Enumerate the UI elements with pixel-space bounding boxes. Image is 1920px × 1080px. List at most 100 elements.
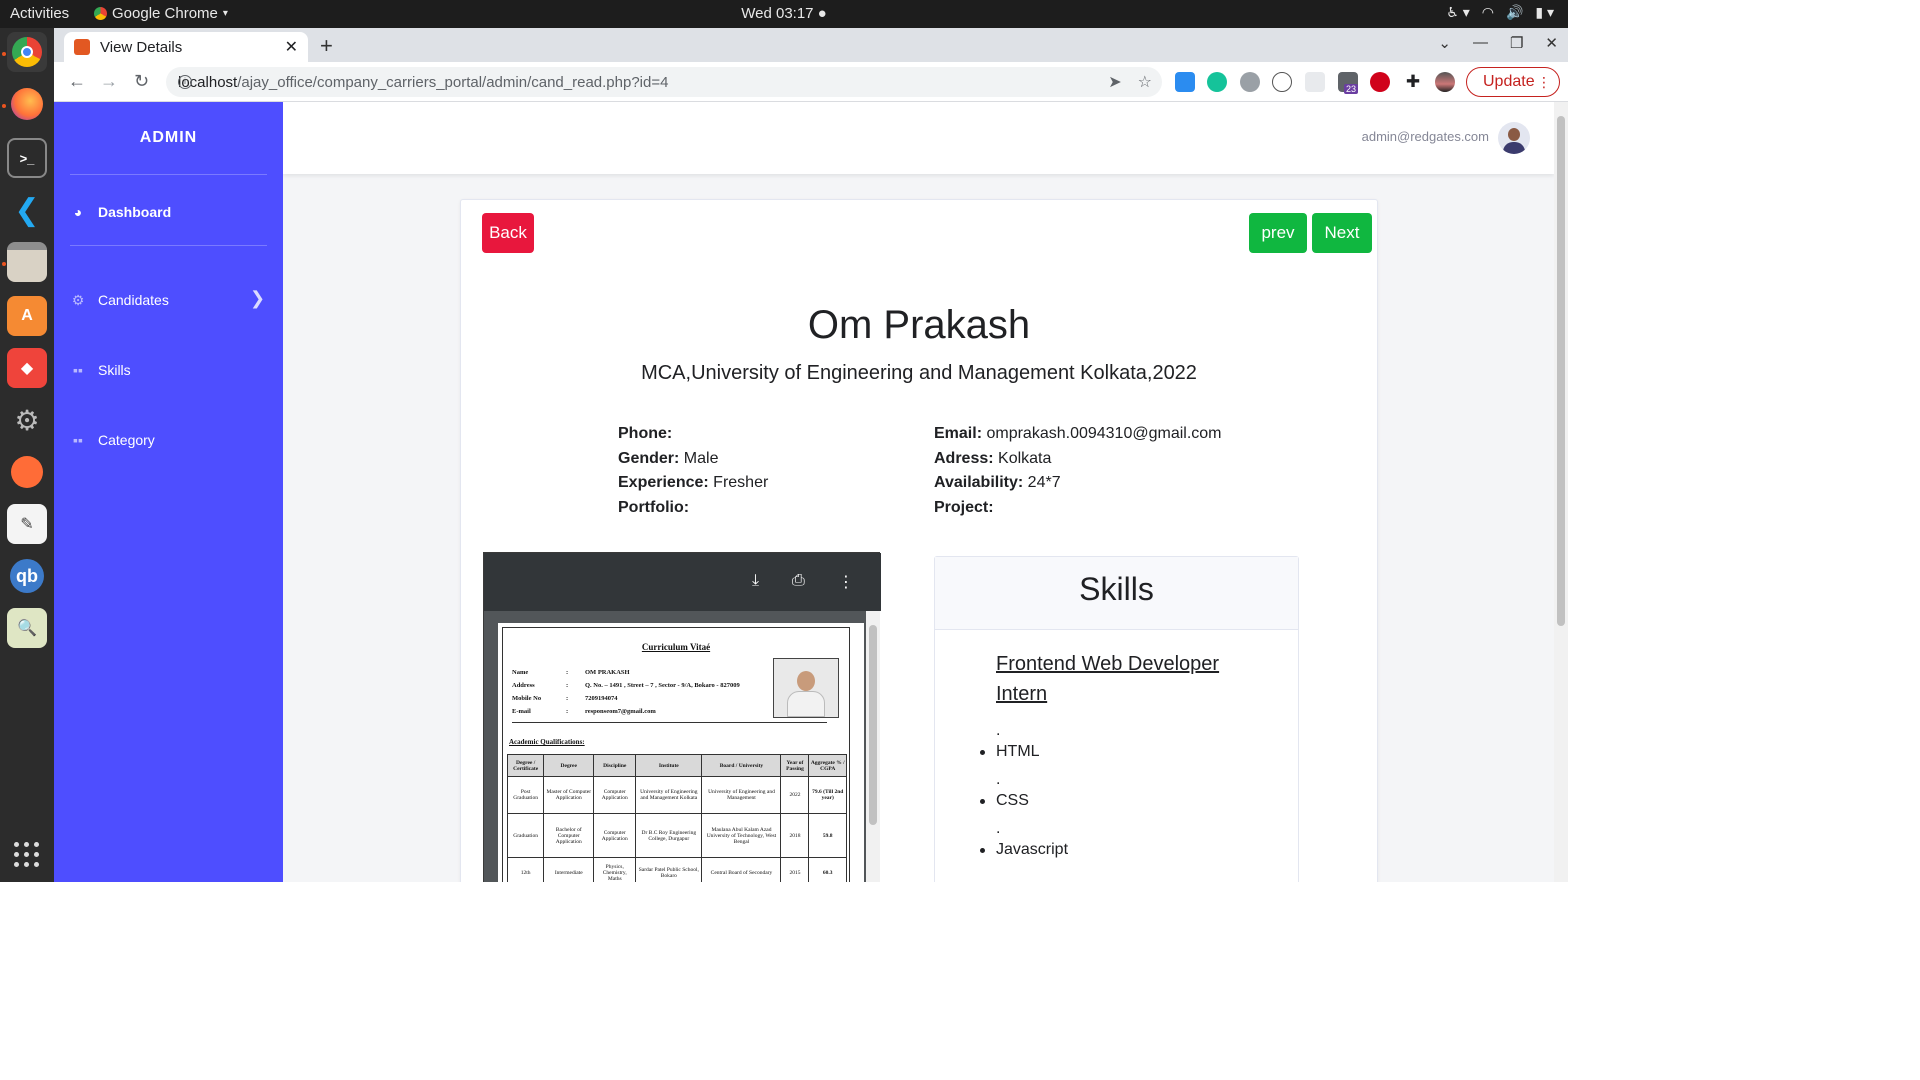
resume-document: Curriculum Vitaé Name: OM PRAKASH Address… bbox=[502, 627, 850, 882]
send-icon[interactable]: ➤ bbox=[1108, 72, 1121, 92]
minimize-icon[interactable]: — bbox=[1473, 34, 1488, 52]
candidate-details-right: Email: omprakash.0094310@gmail.com Adres… bbox=[934, 422, 1222, 520]
avatar[interactable] bbox=[1498, 122, 1530, 154]
main-content: admin@redgates.com Back prev Next Om Pra… bbox=[283, 102, 1554, 882]
system-tray[interactable]: ♿ ▾ ◠ 🔊 ▮ ▾ bbox=[1446, 4, 1554, 21]
extension-ft-icon[interactable] bbox=[1175, 72, 1195, 92]
new-tab-button[interactable]: + bbox=[320, 33, 333, 59]
site-info-icon[interactable]: i bbox=[178, 75, 192, 89]
tab-search-icon[interactable]: ⌄ bbox=[1438, 34, 1451, 52]
system-top-bar: Activities Google Chrome ▾ Wed 03:17 ● ♿… bbox=[0, 0, 1568, 28]
close-tab-icon[interactable]: ✕ bbox=[285, 37, 298, 57]
address-row: Adress: Kolkata bbox=[934, 449, 1052, 467]
close-window-icon[interactable]: ✕ bbox=[1545, 34, 1558, 52]
sidebar-brand[interactable]: ADMIN bbox=[54, 129, 283, 147]
print-icon[interactable]: ⎙ bbox=[792, 572, 805, 590]
software-center-dock-icon[interactable]: A bbox=[7, 296, 47, 336]
sidebar-divider bbox=[70, 174, 267, 175]
chrome-dock-icon[interactable] bbox=[7, 32, 47, 72]
resume-pdf-viewer[interactable]: ⤓ ⎙ ⋮ Curriculum Vitaé Name: OM PRAKASH A… bbox=[483, 552, 881, 882]
dock: >_ ❮ A ◆ ⚙ ✎ qb 🔍 bbox=[0, 28, 54, 882]
window-controls: ⌄ — ❐ ✕ bbox=[1438, 34, 1558, 52]
cubes-icon: ▪▪ bbox=[73, 432, 83, 448]
academic-table: Degree / Certificate Degree Discipline I… bbox=[506, 754, 847, 882]
text-editor-dock-icon[interactable]: ✎ bbox=[7, 504, 47, 544]
adblock-icon[interactable] bbox=[1370, 72, 1390, 92]
pdf-toolbar: ⤓ ⎙ ⋮ bbox=[484, 553, 881, 611]
postman-dock-icon[interactable] bbox=[7, 452, 47, 492]
anydesk-dock-icon[interactable]: ◆ bbox=[7, 348, 47, 388]
chevron-right-icon[interactable]: ❯ bbox=[250, 288, 265, 309]
pdf-scrollbar[interactable] bbox=[866, 611, 880, 882]
battery-icon: ▮ ▾ bbox=[1535, 4, 1554, 20]
bookmark-star-icon[interactable]: ☆ bbox=[1138, 72, 1152, 92]
maximize-icon[interactable]: ❐ bbox=[1510, 34, 1523, 52]
resume-title: Curriculum Vitaé bbox=[641, 642, 711, 652]
favicon-icon bbox=[74, 39, 90, 55]
globe-extension-icon[interactable] bbox=[1240, 72, 1260, 92]
more-options-icon[interactable]: ⋮ bbox=[838, 572, 854, 592]
files-dock-icon[interactable] bbox=[7, 242, 47, 282]
grammarly-icon[interactable] bbox=[1207, 72, 1227, 92]
back-button[interactable]: Back bbox=[482, 213, 534, 253]
phone-row: Phone: bbox=[618, 425, 673, 442]
kebab-menu-icon[interactable]: ⋮ bbox=[1537, 74, 1551, 91]
extension-badge-count: 23 bbox=[1344, 84, 1359, 94]
candidate-card: Back prev Next Om Prakash MCA,University… bbox=[460, 199, 1378, 882]
sidebar-item-category[interactable]: ▪▪ Category bbox=[70, 432, 155, 448]
table-row: Graduation Bachelor of Computer Applicati… bbox=[506, 813, 847, 858]
cubes-icon: ▪▪ bbox=[73, 362, 83, 378]
tab-title: View Details bbox=[100, 38, 183, 56]
next-button[interactable]: Next bbox=[1312, 213, 1372, 253]
skills-card: Skills Frontend Web Developer Intern . HT… bbox=[934, 556, 1299, 882]
topbar-header: admin@redgates.com bbox=[283, 102, 1554, 174]
resume-divider bbox=[512, 722, 827, 723]
resume-field: Name: OM PRAKASH bbox=[512, 669, 630, 676]
user-email[interactable]: admin@redgates.com bbox=[1362, 129, 1489, 144]
tab-strip: View Details ✕ + ⌄ — ❐ ✕ bbox=[54, 28, 1568, 62]
settings-dock-icon[interactable]: ⚙ bbox=[7, 400, 47, 440]
download-icon[interactable]: ⤓ bbox=[752, 572, 759, 590]
caret-down-icon: ▾ bbox=[222, 8, 228, 19]
profile-avatar-icon[interactable] bbox=[1435, 72, 1455, 92]
gear-icon: ⚙ bbox=[71, 291, 85, 308]
resume-photo bbox=[773, 658, 839, 718]
terminal-dock-icon[interactable]: >_ bbox=[7, 138, 47, 178]
tab-view-details[interactable]: View Details ✕ bbox=[64, 32, 308, 62]
back-arrow-icon[interactable]: ← bbox=[68, 71, 86, 92]
reload-icon[interactable]: ↻ bbox=[134, 71, 149, 92]
skills-title: Skills bbox=[935, 557, 1298, 630]
clock[interactable]: Wed 03:17 ● bbox=[0, 5, 1568, 22]
sidebar-item-label: Category bbox=[98, 432, 155, 448]
table-header: Institute bbox=[635, 754, 703, 777]
update-button[interactable]: Update ⋮ bbox=[1466, 67, 1560, 97]
qbittorrent-dock-icon[interactable]: qb bbox=[7, 556, 47, 596]
table-header: Degree bbox=[543, 754, 595, 777]
vimeo-extension-icon[interactable] bbox=[1272, 72, 1292, 92]
address-bar[interactable]: i localhost/ajay_office/company_carriers… bbox=[166, 67, 1162, 97]
resume-field: Address: Q. No. – 1491 , Street – 7 , Sec… bbox=[512, 682, 740, 689]
vscode-dock-icon[interactable]: ❮ bbox=[7, 190, 47, 230]
update-label: Update bbox=[1483, 73, 1535, 90]
accessibility-icon: ♿ ▾ bbox=[1446, 4, 1470, 20]
page-scrollbar[interactable] bbox=[1554, 102, 1568, 882]
sidebar-item-candidates[interactable]: ⚙ Candidates bbox=[70, 291, 169, 309]
firefox-dock-icon[interactable] bbox=[7, 84, 47, 124]
wifi-icon: ◠ bbox=[1481, 4, 1494, 20]
academic-heading: Academic Qualifications: bbox=[509, 738, 585, 746]
blank-extension-icon[interactable] bbox=[1305, 72, 1325, 92]
sidebar-item-skills[interactable]: ▪▪ Skills bbox=[70, 362, 131, 378]
role-link[interactable]: Frontend Web Developer Intern bbox=[996, 649, 1256, 709]
activities-button[interactable]: Activities bbox=[10, 5, 69, 22]
extensions-puzzle-icon[interactable]: ✚ bbox=[1403, 72, 1423, 92]
sidebar-item-dashboard[interactable]: ◕ Dashboard bbox=[70, 204, 171, 220]
app-menu[interactable]: Google Chrome ▾ bbox=[94, 5, 228, 22]
browser-toolbar: ← → ↻ i localhost/ajay_office/company_ca… bbox=[54, 62, 1568, 102]
image-viewer-dock-icon[interactable]: 🔍 bbox=[7, 608, 47, 648]
sidebar-item-label: Candidates bbox=[98, 292, 169, 308]
candidate-name: Om Prakash bbox=[807, 303, 1031, 347]
forward-arrow-icon[interactable]: → bbox=[100, 71, 118, 92]
show-applications-icon[interactable] bbox=[14, 842, 40, 868]
pdf-page: Curriculum Vitaé Name: OM PRAKASH Address… bbox=[498, 623, 864, 882]
prev-button[interactable]: prev bbox=[1249, 213, 1307, 253]
